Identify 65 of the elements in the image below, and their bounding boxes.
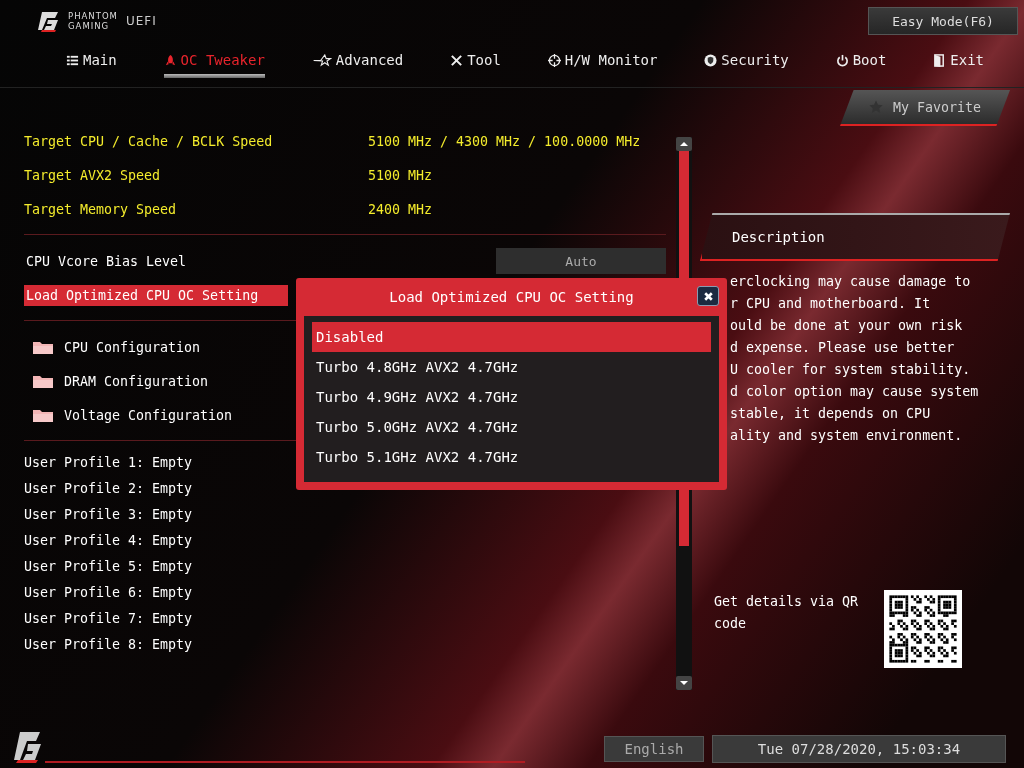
nav-tab[interactable]: H/W Monitor [547,42,658,78]
exit-door-icon [933,53,947,67]
dialog-option[interactable]: Turbo 4.8GHz AVX2 4.7GHz [312,352,711,382]
nav-tab[interactable]: Main [66,42,117,78]
date-time-display: Tue 07/28/2020, 15:03:34 [712,735,1006,763]
brand-logo-icon [14,730,44,764]
user-profile-item[interactable]: User Profile 7: Empty [24,606,666,632]
setting-item[interactable]: Load Optimized CPU OC Setting [24,284,288,306]
dialog-option[interactable]: Disabled [312,322,711,352]
my-favorite-button[interactable]: My Favorite [840,90,1010,126]
submenu-item[interactable]: DRAM Configuration [64,373,209,389]
info-label: Target AVX2 Speed [24,167,162,183]
description-text: r CPU and motherboard. It [730,295,932,313]
scroll-down-icon[interactable] [676,676,692,690]
user-profile-item[interactable]: User Profile 4: Empty [24,528,666,554]
qr-caption: Get details via QR code [714,593,860,633]
shield-icon [704,53,718,67]
nav-tab[interactable]: Tool [450,42,501,78]
user-profile-item[interactable]: User Profile 8: Empty [24,632,666,658]
nav-tab[interactable]: Security [704,42,789,78]
brand-name: PHANTOM [68,11,118,21]
close-button[interactable] [697,286,719,306]
info-value: 2400 MHz [368,201,433,217]
dialog-option[interactable]: Turbo 4.9GHz AVX2 4.7GHz [312,382,711,412]
list-icon [66,53,79,67]
rocket-icon [163,53,177,67]
description-text: erclocking may cause damage to [730,273,972,291]
info-value: 5100 MHz / 4300 MHz / 100.0000 MHz [368,133,641,149]
info-label: Target CPU / Cache / BCLK Speed [24,133,274,149]
nav-tab[interactable]: Advanced [311,42,404,78]
description-text: ould be done at your own risk [730,317,964,335]
dialog-title: Load Optimized CPU OC Setting [389,289,634,305]
product-name: UEFI [125,14,157,28]
dialog-option[interactable]: Turbo 5.0GHz AVX2 4.7GHz [312,412,711,442]
language-button[interactable]: English [604,736,704,762]
folder-icon [32,373,54,389]
brand-name: GAMING [68,21,111,31]
crosshair-icon [547,53,561,67]
scroll-up-icon[interactable] [676,137,692,151]
user-profile-item[interactable]: User Profile 3: Empty [24,502,666,528]
setting-value-button[interactable]: Auto [496,248,666,274]
description-header: Description [700,213,1010,261]
setting-item[interactable]: CPU Vcore Bias Level [24,250,288,272]
user-profile-item[interactable]: User Profile 6: Empty [24,580,666,606]
star-icon [311,53,332,67]
power-icon [835,53,849,67]
info-label: Target Memory Speed [24,201,178,217]
easy-mode-button[interactable]: Easy Mode(F6) [868,7,1018,35]
description-text: ality and system environment. [730,427,964,445]
description-text: stable, it depends on CPU [730,405,932,423]
description-text: U cooler for system stability. [730,361,972,379]
star-icon [868,100,883,114]
description-text: d color option may cause system [730,383,980,401]
description-text: d expense. Please use better [730,339,956,357]
nav-tab[interactable]: Boot [835,42,887,78]
user-profile-item[interactable]: User Profile 5: Empty [24,554,666,580]
dialog-option[interactable]: Turbo 5.1GHz AVX2 4.7GHz [312,442,711,472]
info-value: 5100 MHz [368,167,433,183]
folder-icon [32,407,54,423]
close-icon [702,290,714,302]
nav-tab[interactable]: OC Tweaker [163,42,265,78]
submenu-item[interactable]: CPU Configuration [64,339,201,355]
submenu-item[interactable]: Voltage Configuration [64,407,233,423]
nav-tab[interactable]: Exit [933,42,984,78]
folder-icon [32,339,54,355]
